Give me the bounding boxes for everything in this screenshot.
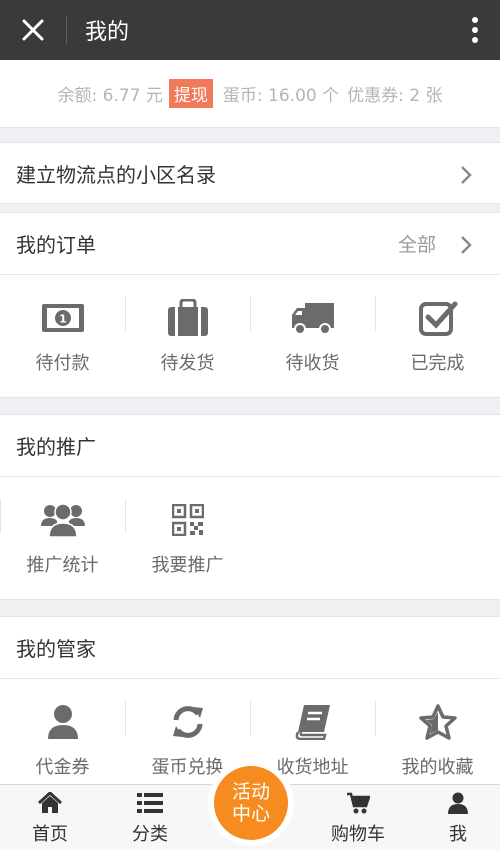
activity-center-line1: 活动 — [231, 781, 270, 803]
tab-cart[interactable]: 购物车 — [318, 785, 398, 850]
activity-center-badge: 活动 中心 — [214, 766, 288, 840]
tab-label: 首页 — [32, 824, 68, 845]
orders-grid: 1 待付款 待发货 待收货 已完成 — [0, 275, 500, 397]
orders-title: 我的订单 — [16, 233, 96, 257]
balance-summary: 余额: 6.77 元 提现 蛋币: 16.00 个 优惠券: 2 张 — [0, 60, 500, 128]
order-label: 待收货 — [285, 353, 340, 374]
promotion-grid: 推广统计 我要推广 — [0, 477, 500, 599]
title-divider — [66, 15, 67, 45]
butler-label: 代金券 — [35, 757, 90, 778]
promotion-stats[interactable]: 推广统计 — [0, 477, 125, 599]
book-icon — [295, 705, 330, 740]
qrcode-icon — [171, 504, 204, 536]
more-menu-button[interactable] — [450, 0, 500, 60]
butler-label: 收货地址 — [276, 757, 349, 778]
activity-center-button[interactable]: 活动 中心 — [208, 760, 294, 846]
promotion-header: 我的推广 — [0, 415, 500, 477]
butler-label: 我的收藏 — [401, 757, 474, 778]
list-icon — [137, 793, 163, 813]
order-label: 待付款 — [35, 353, 90, 374]
community-list-label: 建立物流点的小区名录 — [16, 162, 216, 187]
orders-all-link[interactable]: 全部 — [398, 230, 436, 257]
briefcase-icon — [167, 299, 208, 336]
order-pending-receipt[interactable]: 待收货 — [250, 275, 375, 397]
chevron-right-icon — [461, 236, 472, 254]
coupon-count: 优惠券: 2 张 — [347, 86, 443, 106]
voucher-entry[interactable]: 代金券 — [0, 679, 125, 801]
star-icon — [418, 704, 457, 740]
tab-categories[interactable]: 分类 — [110, 785, 190, 850]
user-icon — [47, 705, 78, 739]
home-icon — [38, 792, 62, 813]
promotion-label: 我要推广 — [151, 555, 224, 576]
order-label: 待发货 — [160, 353, 215, 374]
close-button[interactable] — [0, 0, 66, 60]
promotion-label: 推广统计 — [26, 555, 99, 576]
butler-label: 蛋币兑换 — [151, 757, 224, 778]
tab-label: 购物车 — [331, 824, 385, 845]
orders-section: 我的订单 全部 1 待付款 待发货 待收货 已完成 — [0, 212, 500, 398]
promotion-title: 我的推广 — [16, 435, 96, 459]
tab-me[interactable]: 我 — [418, 785, 498, 850]
tab-label: 我 — [449, 824, 467, 845]
order-label: 已完成 — [410, 353, 465, 374]
chevron-right-icon — [461, 166, 472, 184]
user-icon — [448, 792, 468, 814]
order-pending-shipment[interactable]: 待发货 — [125, 275, 250, 397]
users-icon — [40, 503, 85, 538]
withdraw-button[interactable]: 提现 — [168, 79, 213, 108]
balance-amount: 余额: 6.77 元 — [57, 86, 163, 106]
cart-icon — [347, 792, 370, 814]
order-completed[interactable]: 已完成 — [375, 275, 500, 397]
cash-icon: 1 — [41, 304, 84, 332]
butler-header: 我的管家 — [0, 617, 500, 679]
svg-text:1: 1 — [59, 313, 67, 326]
page-title: 我的 — [85, 20, 130, 45]
close-icon — [22, 19, 44, 41]
activity-center-line2: 中心 — [231, 803, 270, 825]
promotion-share[interactable]: 我要推广 — [125, 477, 250, 599]
community-list-link[interactable]: 建立物流点的小区名录 — [0, 142, 500, 204]
order-pending-payment[interactable]: 1 待付款 — [0, 275, 125, 397]
truck-icon — [291, 303, 334, 335]
title-bar: 我的 — [0, 0, 500, 60]
butler-title: 我的管家 — [16, 637, 96, 661]
orders-header[interactable]: 我的订单 全部 — [0, 213, 500, 275]
favorites-entry[interactable]: 我的收藏 — [375, 679, 500, 801]
promotion-section: 我的推广 推广统计 我要推广 — [0, 414, 500, 600]
coin-balance: 蛋币: 16.00 个 — [222, 86, 340, 106]
checkbox-icon — [418, 301, 457, 336]
refresh-icon — [172, 706, 203, 738]
tab-label: 分类 — [132, 824, 168, 845]
more-vertical-icon — [472, 17, 478, 43]
tab-home[interactable]: 首页 — [10, 785, 90, 850]
